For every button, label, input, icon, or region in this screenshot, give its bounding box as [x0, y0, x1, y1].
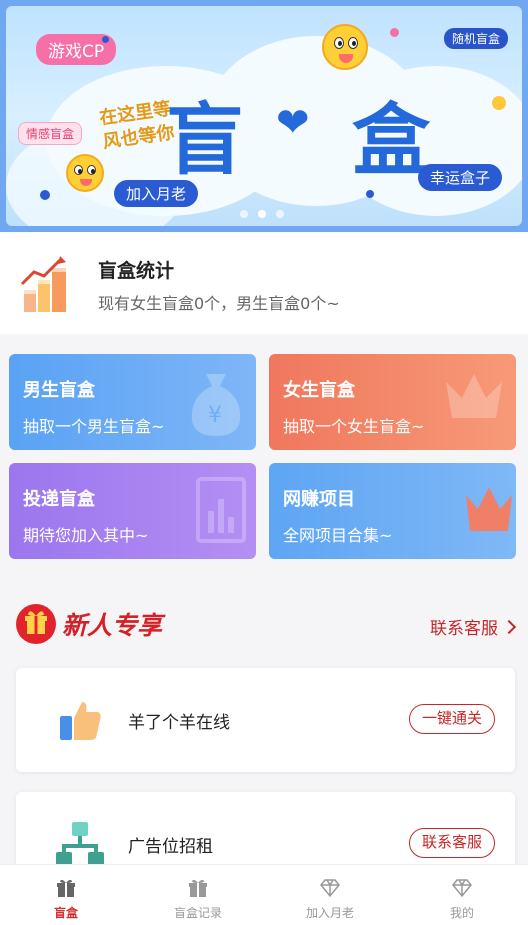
tab-label: 加入月老 — [305, 906, 354, 920]
stats-title: 盲盒统计 — [98, 260, 175, 282]
gift-icon — [57, 879, 75, 897]
svg-text:¥: ¥ — [208, 403, 222, 428]
banner-script-text: 在这里等风也等你 — [98, 98, 176, 153]
tab-mine[interactable]: 我的 — [396, 865, 528, 925]
section-title: 新人专享 — [62, 611, 163, 640]
list-item-label: 广告位招租 — [128, 837, 213, 857]
sitemap-icon — [56, 822, 104, 866]
tab-label: 盲盒记录 — [173, 906, 222, 920]
card-subtitle: 抽取一个女生盲盒~ — [283, 417, 425, 436]
card-subtitle: 抽取一个男生盲盒~ — [23, 417, 165, 436]
pager-dot[interactable] — [240, 210, 248, 218]
card-title: 投递盲盒 — [23, 489, 95, 510]
banner-tag-join: 加入月老 — [114, 180, 199, 207]
earn-project-card[interactable]: 网赚项目 全网项目合集~ — [269, 463, 516, 559]
gift-icon — [189, 879, 207, 897]
chart-icon — [196, 477, 246, 543]
diamond-icon — [320, 879, 340, 898]
banner-tag-lucky: 幸运盒子 — [417, 164, 502, 191]
card-title: 男生盲盒 — [23, 380, 95, 401]
stats-subtitle: 现有女生盲盒0个，男生盲盒0个~ — [98, 294, 340, 313]
card-subtitle: 全网项目合集~ — [283, 526, 393, 545]
pager-dot-active[interactable] — [258, 210, 266, 218]
emoji-face-icon — [66, 154, 104, 192]
money-bag-icon: ¥ — [191, 374, 241, 436]
newcomer-section-header: 新人专享 — [16, 604, 162, 644]
tab-blindbox-records[interactable]: 盲盒记录 — [132, 865, 264, 925]
card-title: 网赚项目 — [283, 489, 355, 510]
banner-tag-emotion: 情感盲盒 — [18, 122, 83, 145]
tab-blindbox[interactable]: 盲盒 — [0, 865, 132, 925]
gift-icon — [16, 604, 56, 644]
emoji-face-icon — [322, 24, 368, 70]
banner-title-left: 盲 — [166, 96, 247, 186]
banner-carousel[interactable]: 游戏CP 随机盲盒 情感盲盒 在这里等风也等你 盲 ❤ 盒 加入月老 幸运盒子 — [0, 0, 528, 232]
tab-label: 盲盒 — [53, 906, 78, 920]
heart-icon: ❤ — [276, 100, 310, 146]
female-blindbox-card[interactable]: 女生盲盒 抽取一个女生盲盒~ — [269, 354, 516, 450]
bar-chart-icon — [20, 256, 66, 312]
card-title: 女生盲盒 — [283, 380, 355, 401]
post-blindbox-card[interactable]: 投递盲盒 期待您加入其中~ — [9, 463, 256, 559]
thumbs-up-icon — [60, 702, 101, 740]
bottom-tab-bar: 盲盒 盲盒记录 加入月老 我的 — [0, 864, 528, 925]
crown-icon — [466, 487, 512, 531]
contact-service-link[interactable]: 联系客服 — [430, 614, 517, 639]
card-subtitle: 期待您加入其中~ — [23, 526, 149, 545]
pager-dot[interactable] — [276, 210, 284, 218]
chevron-right-icon — [501, 619, 517, 634]
one-click-pass-button[interactable]: 一键通关 — [408, 704, 495, 734]
banner-tag-random: 随机盲盒 — [443, 28, 508, 49]
contact-label: 联系客服 — [430, 619, 498, 639]
crown-icon — [446, 374, 502, 418]
male-blindbox-card[interactable]: ¥ 男生盲盒 抽取一个男生盲盒~ — [9, 354, 256, 450]
contact-service-button[interactable]: 联系客服 — [408, 828, 495, 858]
tab-join-matchmaker[interactable]: 加入月老 — [264, 865, 396, 925]
tab-label: 我的 — [449, 906, 474, 920]
diamond-icon — [452, 879, 472, 898]
banner-pager[interactable] — [240, 210, 284, 218]
blindbox-stats: 盲盒统计 现有女生盲盒0个，男生盲盒0个~ — [0, 232, 528, 334]
list-item-label: 羊了个羊在线 — [128, 713, 230, 733]
banner-slide[interactable]: 游戏CP 随机盲盒 情感盲盒 在这里等风也等你 盲 ❤ 盒 加入月老 幸运盒子 — [6, 6, 522, 226]
list-item[interactable]: 羊了个羊在线 一键通关 — [16, 668, 515, 772]
